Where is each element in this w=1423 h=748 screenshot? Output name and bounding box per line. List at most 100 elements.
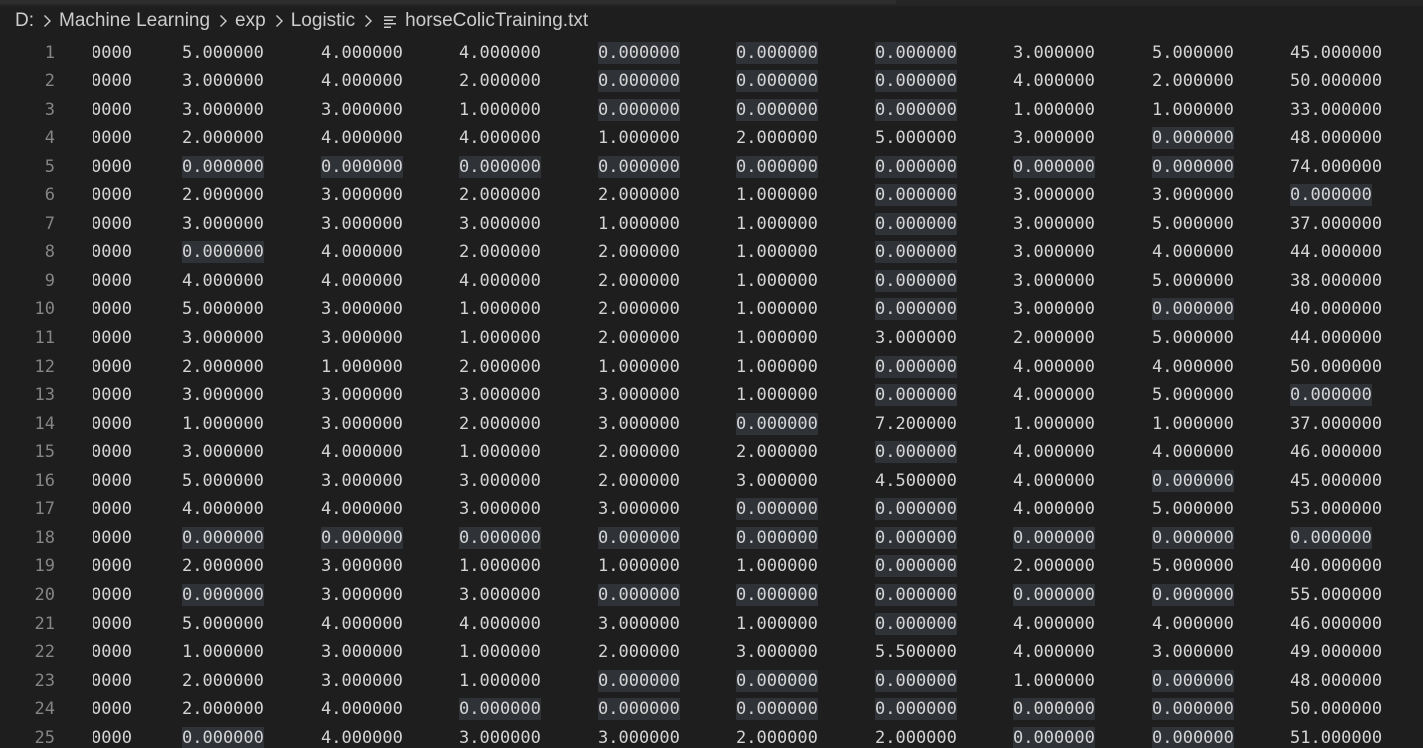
data-value: 0000 <box>93 128 132 149</box>
data-value: 0.000000 <box>875 298 957 321</box>
editor-line[interactable]: 5 0000 0.000000 0.000000 0.000000 0.000000 0.0… <box>0 153 1423 182</box>
line-content[interactable]: 0000 5.000000 3.000000 3.000000 2.000000 3.00… <box>93 467 1423 496</box>
editor-line[interactable]: 3 0000 3.000000 3.000000 1.000000 0.000000 0.0… <box>0 96 1423 125</box>
data-value: 5.000000 <box>1152 213 1234 234</box>
line-content[interactable]: 0000 2.000000 4.000000 0.000000 0.000000 0.00… <box>93 695 1423 724</box>
line-content[interactable]: 0000 3.000000 3.000000 3.000000 3.000000 1.00… <box>93 381 1423 410</box>
breadcrumb-item-logistic[interactable]: Logistic <box>291 10 355 32</box>
editor-line[interactable]: 21 0000 5.000000 4.000000 4.000000 3.000000 1.… <box>0 610 1423 639</box>
data-value: 4.000000 <box>182 270 264 291</box>
data-value: 0.000000 <box>875 526 957 549</box>
line-content[interactable]: 0000 3.000000 4.000000 1.000000 2.000000 2.00… <box>93 438 1423 467</box>
editor-line[interactable]: 23 0000 2.000000 3.000000 1.000000 0.000000 0.… <box>0 667 1423 696</box>
data-value: 1.000000 <box>1013 413 1095 434</box>
editor-line[interactable]: 22 0000 1.000000 3.000000 1.000000 2.000000 3.… <box>0 638 1423 667</box>
line-content[interactable]: 0000 1.000000 3.000000 2.000000 3.000000 0.00… <box>93 410 1423 439</box>
line-content[interactable]: 0000 1.000000 3.000000 1.000000 2.000000 3.00… <box>93 638 1423 667</box>
editor-line[interactable]: 16 0000 5.000000 3.000000 3.000000 2.000000 3.… <box>0 467 1423 496</box>
data-value: 40.000000 <box>1290 299 1383 320</box>
line-content[interactable]: 0000 3.000000 3.000000 3.000000 1.000000 1.00… <box>93 210 1423 239</box>
editor-line[interactable]: 9 0000 4.000000 4.000000 4.000000 2.000000 1.0… <box>0 267 1423 296</box>
data-value: 74.000000 <box>1290 156 1383 177</box>
line-content[interactable]: 0000 0.000000 0.000000 0.000000 0.000000 0.00… <box>93 524 1423 553</box>
data-value: 4.000000 <box>321 442 403 463</box>
breadcrumb-file-name[interactable]: horseColicTraining.txt <box>405 10 588 32</box>
data-value: 0.000000 <box>875 184 957 207</box>
text-editor[interactable]: 1 0000 5.000000 4.000000 4.000000 0.000000 0.0… <box>0 37 1423 748</box>
editor-line[interactable]: 1 0000 5.000000 4.000000 4.000000 0.000000 0.0… <box>0 39 1423 68</box>
data-value: 3.000000 <box>321 413 403 434</box>
line-content[interactable]: 0000 3.000000 3.000000 1.000000 0.000000 0.00… <box>93 96 1423 125</box>
line-content[interactable]: 0000 3.000000 4.000000 2.000000 0.000000 0.00… <box>93 67 1423 96</box>
line-content[interactable]: 0000 5.000000 3.000000 1.000000 2.000000 1.00… <box>93 295 1423 324</box>
data-value: 48.000000 <box>1290 128 1383 149</box>
editor-line[interactable]: 13 0000 3.000000 3.000000 3.000000 3.000000 1.… <box>0 381 1423 410</box>
editor-line[interactable]: 12 0000 2.000000 1.000000 2.000000 1.000000 1.… <box>0 353 1423 382</box>
line-content[interactable]: 0000 2.000000 3.000000 2.000000 2.000000 1.00… <box>93 181 1423 210</box>
editor-line[interactable]: 15 0000 3.000000 4.000000 1.000000 2.000000 2.… <box>0 438 1423 467</box>
editor-line[interactable]: 8 0000 0.000000 4.000000 2.000000 2.000000 1.0… <box>0 238 1423 267</box>
data-value: 4.000000 <box>1013 470 1095 491</box>
data-value: 5.000000 <box>875 128 957 149</box>
editor-line[interactable]: 24 0000 2.000000 4.000000 0.000000 0.000000 0.… <box>0 695 1423 724</box>
data-value: 3.000000 <box>1013 213 1095 234</box>
line-number: 23 <box>34 670 55 691</box>
data-value: 0000 <box>93 670 132 691</box>
data-value: 4.000000 <box>1152 356 1234 377</box>
line-content[interactable]: 0000 0.000000 4.000000 3.000000 3.000000 2.00… <box>93 724 1423 748</box>
line-content[interactable]: 0000 2.000000 3.000000 1.000000 1.000000 1.00… <box>93 552 1423 581</box>
editor-line[interactable]: 17 0000 4.000000 4.000000 3.000000 3.000000 0.… <box>0 495 1423 524</box>
line-content[interactable]: 0000 4.000000 4.000000 4.000000 2.000000 1.00… <box>93 267 1423 296</box>
editor-line[interactable]: 6 0000 2.000000 3.000000 2.000000 2.000000 1.0… <box>0 181 1423 210</box>
line-content[interactable]: 0000 4.000000 4.000000 3.000000 3.000000 0.00… <box>93 495 1423 524</box>
editor-line[interactable]: 10 0000 5.000000 3.000000 1.000000 2.000000 1.… <box>0 295 1423 324</box>
editor-line[interactable]: 11 0000 3.000000 3.000000 1.000000 2.000000 1.… <box>0 324 1423 353</box>
data-value: 4.000000 <box>1013 385 1095 406</box>
data-value: 0000 <box>93 527 132 548</box>
data-value: 4.000000 <box>459 613 541 634</box>
line-content[interactable]: 0000 2.000000 3.000000 1.000000 0.000000 0.00… <box>93 667 1423 696</box>
data-value: 5.500000 <box>875 642 957 663</box>
data-value: 3.000000 <box>736 470 818 491</box>
breadcrumb-item-drive[interactable]: D: <box>15 10 34 32</box>
editor-line[interactable]: 2 0000 3.000000 4.000000 2.000000 0.000000 0.0… <box>0 67 1423 96</box>
line-number: 7 <box>44 213 55 234</box>
data-value: 0.000000 <box>182 241 264 264</box>
data-value: 2.000000 <box>1152 71 1234 92</box>
editor-line[interactable]: 14 0000 1.000000 3.000000 2.000000 3.000000 0.… <box>0 410 1423 439</box>
line-content[interactable]: 0000 2.000000 4.000000 4.000000 1.000000 2.00… <box>93 124 1423 153</box>
line-content[interactable]: 0000 0.000000 0.000000 0.000000 0.000000 0.00… <box>93 153 1423 182</box>
data-value: 4.000000 <box>1152 242 1234 263</box>
line-number: 2 <box>44 71 55 92</box>
data-value: 3.000000 <box>598 385 680 406</box>
data-value: 50.000000 <box>1290 699 1383 720</box>
editor-line[interactable]: 7 0000 3.000000 3.000000 3.000000 1.000000 1.0… <box>0 210 1423 239</box>
editor-line[interactable]: 19 0000 2.000000 3.000000 1.000000 1.000000 1.… <box>0 552 1423 581</box>
editor-line[interactable]: 18 0000 0.000000 0.000000 0.000000 0.000000 0.… <box>0 524 1423 553</box>
data-value: 46.000000 <box>1290 613 1383 634</box>
data-value: 0.000000 <box>1152 669 1234 692</box>
chevron-right-icon <box>220 15 228 27</box>
data-value: 0000 <box>93 156 132 177</box>
line-content[interactable]: 0000 5.000000 4.000000 4.000000 3.000000 1.00… <box>93 610 1423 639</box>
line-content[interactable]: 0000 3.000000 3.000000 1.000000 2.000000 1.00… <box>93 324 1423 353</box>
editor-line[interactable]: 20 0000 0.000000 3.000000 3.000000 0.000000 0.… <box>0 581 1423 610</box>
line-number: 24 <box>34 699 55 720</box>
data-value: 0.000000 <box>598 155 680 178</box>
data-value: 0.000000 <box>875 669 957 692</box>
line-content[interactable]: 0000 2.000000 1.000000 2.000000 1.000000 1.00… <box>93 353 1423 382</box>
line-content[interactable]: 0000 0.000000 3.000000 3.000000 0.000000 0.00… <box>93 581 1423 610</box>
data-value: 3.000000 <box>321 185 403 206</box>
line-content[interactable]: 0000 5.000000 4.000000 4.000000 0.000000 0.00… <box>93 39 1423 68</box>
data-value: 2.000000 <box>598 270 680 291</box>
data-value: 4.000000 <box>321 499 403 520</box>
breadcrumb-item-exp[interactable]: exp <box>235 10 266 32</box>
data-value: 0.000000 <box>1013 155 1095 178</box>
breadcrumb-item-machine-learning[interactable]: Machine Learning <box>59 10 210 32</box>
data-value: 2.000000 <box>736 128 818 149</box>
line-content[interactable]: 0000 0.000000 4.000000 2.000000 2.000000 1.00… <box>93 238 1423 267</box>
editor-line[interactable]: 25 0000 0.000000 4.000000 3.000000 3.000000 2.… <box>0 724 1423 748</box>
data-value: 0000 <box>93 213 132 234</box>
editor-line[interactable]: 4 0000 2.000000 4.000000 4.000000 1.000000 2.0… <box>0 124 1423 153</box>
data-value: 55.000000 <box>1290 584 1383 605</box>
